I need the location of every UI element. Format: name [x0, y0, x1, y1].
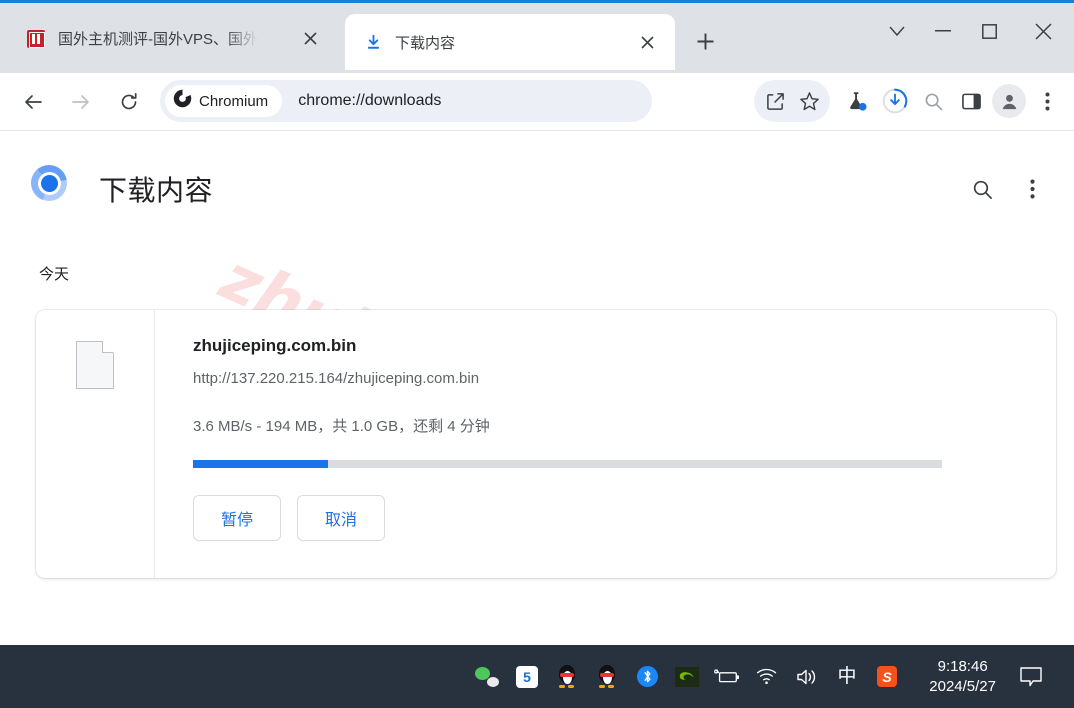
- taskbar: 5 中 S 9:18:46 2024/5/27: [0, 645, 1074, 708]
- tab-site[interactable]: 国外主机测评-国外VPS、国外: [8, 14, 338, 63]
- nvidia-icon[interactable]: [674, 664, 700, 690]
- file-icon-column: [36, 310, 155, 578]
- site-favicon: [26, 29, 46, 49]
- page-actions: [964, 171, 1050, 207]
- download-icon: [363, 32, 383, 52]
- tab-close-button[interactable]: [635, 30, 659, 54]
- search-icon[interactable]: [916, 84, 950, 118]
- chromium-chip[interactable]: Chromium: [165, 85, 283, 117]
- back-button[interactable]: [16, 85, 50, 119]
- chromium-chip-label: Chromium: [199, 92, 269, 110]
- toolbar-actions: [754, 80, 1064, 122]
- tab-title: 下载内容: [395, 34, 456, 52]
- search-downloads-icon[interactable]: [964, 171, 1000, 207]
- window-controls: [874, 6, 1074, 62]
- battery-icon[interactable]: [714, 664, 740, 690]
- address-bar[interactable]: Chromium chrome://downloads: [160, 80, 652, 122]
- pause-button[interactable]: 暂停: [193, 495, 281, 541]
- address-bar-url: chrome://downloads: [298, 92, 442, 109]
- sogou-label: S: [882, 668, 892, 685]
- chromium-logo-icon: [31, 165, 67, 201]
- bluetooth-icon[interactable]: [634, 664, 660, 690]
- tab-downloads[interactable]: 下载内容: [345, 14, 675, 70]
- new-tab-button[interactable]: [690, 26, 720, 56]
- reload-button[interactable]: [112, 85, 146, 119]
- wechat-icon[interactable]: [474, 664, 500, 690]
- qq-icon[interactable]: [554, 664, 580, 690]
- cancel-button[interactable]: 取消: [297, 495, 385, 541]
- flask-icon[interactable]: [840, 84, 874, 118]
- tab-search-button[interactable]: [874, 6, 920, 56]
- section-label-today: 今天: [39, 266, 70, 283]
- maximize-button[interactable]: [966, 6, 1012, 56]
- downloads-page: 下载内容 今天 zhujiceping.com.bin http://137.2…: [0, 131, 1074, 645]
- thunder-icon[interactable]: 5: [514, 664, 540, 690]
- chromium-logo-icon: [173, 89, 192, 113]
- tab-close-button[interactable]: [298, 27, 322, 51]
- wifi-icon[interactable]: [754, 664, 780, 690]
- close-button[interactable]: [1012, 6, 1074, 56]
- share-icon[interactable]: [758, 84, 792, 118]
- downloads-header: 下载内容: [0, 149, 1074, 219]
- thunder-label: 5: [523, 668, 531, 685]
- notification-icon[interactable]: [1016, 662, 1046, 692]
- clock-time: 9:18:46: [937, 658, 988, 675]
- ime-icon[interactable]: 中: [834, 664, 860, 690]
- more-vertical-icon[interactable]: [1030, 84, 1064, 118]
- download-file-name[interactable]: zhujiceping.com.bin: [193, 336, 1056, 356]
- browser-window: 国外主机测评-国外VPS、国外 下载内容 Chromium chrome://d…: [0, 0, 1074, 708]
- taskbar-clock[interactable]: 9:18:46 2024/5/27: [929, 657, 996, 696]
- forward-button[interactable]: [64, 85, 98, 119]
- download-source-url[interactable]: http://137.220.215.164/zhujiceping.com.b…: [193, 370, 1056, 387]
- downloads-more-icon[interactable]: [1014, 171, 1050, 207]
- bookmark-star-icon[interactable]: [792, 84, 826, 118]
- share-bookmark-group: [754, 80, 830, 122]
- sogou-icon[interactable]: S: [874, 664, 900, 690]
- download-status-text: 3.6 MB/s - 194 MB，共 1.0 GB，还剩 4 分钟: [193, 418, 490, 435]
- tab-title: 国外主机测评-国外VPS、国外: [58, 31, 259, 48]
- qq-icon-2[interactable]: [594, 664, 620, 690]
- clock-date: 2024/5/27: [929, 677, 996, 695]
- ime-label: 中: [837, 666, 857, 687]
- side-panel-icon[interactable]: [954, 84, 988, 118]
- download-progress-fill: [193, 460, 328, 468]
- download-progress-bar: [193, 460, 942, 468]
- download-progress-icon[interactable]: [878, 84, 912, 118]
- minimize-button[interactable]: [920, 6, 966, 56]
- download-actions: 暂停 取消: [193, 495, 1056, 541]
- download-details: zhujiceping.com.bin http://137.220.215.1…: [155, 310, 1056, 578]
- page-title: 下载内容: [99, 175, 214, 206]
- file-icon: [76, 341, 114, 389]
- system-tray: 5 中 S: [474, 664, 900, 690]
- volume-icon[interactable]: [794, 664, 820, 690]
- tab-strip: 国外主机测评-国外VPS、国外 下载内容: [0, 3, 1074, 73]
- profile-avatar-icon[interactable]: [992, 84, 1026, 118]
- download-item-card[interactable]: zhujiceping.com.bin http://137.220.215.1…: [36, 310, 1056, 578]
